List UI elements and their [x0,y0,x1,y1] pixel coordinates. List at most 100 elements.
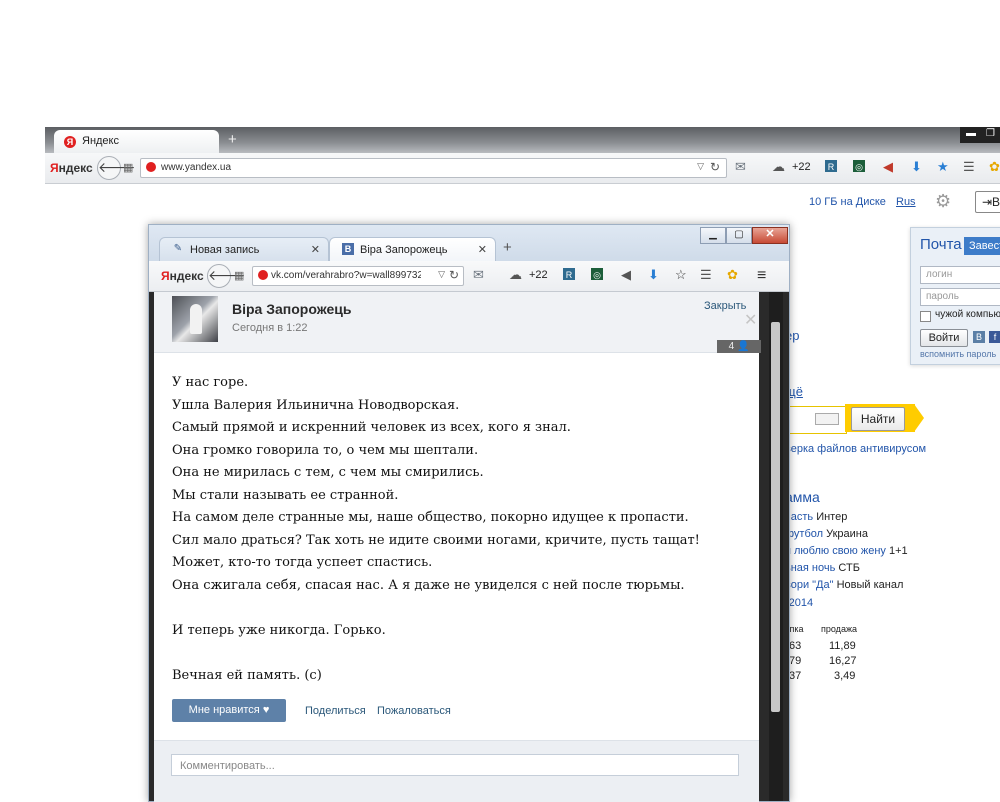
extension-icon[interactable]: R [563,268,575,280]
find-button[interactable]: Найти [851,407,905,431]
bookmarks-list-icon[interactable]: ☰ [963,160,975,174]
post-line: На самом деле странные мы, наше общество… [172,510,689,525]
tab-new-post[interactable]: ✎ Новая запись ✕ [159,237,329,262]
pencil-icon: ✎ [173,243,183,254]
tab-vera[interactable]: B Віра Запорожець ✕ [329,237,496,262]
close-tab-icon[interactable]: ✕ [311,243,320,256]
mail-title[interactable]: Почта [920,236,962,253]
currency-value: 3,49 [834,670,856,682]
speaker-icon[interactable]: ◀ [621,268,631,282]
mail-icon[interactable]: ✉ [735,160,746,174]
minimize-icon[interactable]: ▁ [700,227,726,244]
login-button[interactable]: ⇥В [975,191,1000,213]
reload-icon[interactable]: ↻ [710,160,720,174]
gear-icon[interactable]: ⚙ [935,191,951,212]
extension-icon[interactable]: ✿ [989,160,1000,174]
post-line: Вечная ей память. (с) [172,667,322,683]
signup-button[interactable]: Завест [964,237,1000,255]
weather-icon[interactable]: ☁ [772,160,785,174]
tabs-overview-icon[interactable]: ▦ [234,269,244,282]
post-line: Может, кто-то тогда успеет спастись. [172,555,433,570]
tv-program-title[interactable]: амма [785,489,820,505]
navigation-bar: Яндекс 🡐 ▦ www.yandex.ua ▽ ↻ ✉ ☁ +22 R ◎… [45,153,1000,184]
tv-row[interactable]: вори "Да" Новый канал [785,579,903,591]
site-icon [146,162,156,172]
language-link[interactable]: Rus [896,196,916,208]
back-button[interactable]: 🡐 [207,264,246,288]
foreign-pc-checkbox[interactable] [920,311,931,322]
post-line: Сил мало драться? Так хоть не идите свои… [172,532,700,548]
avatar[interactable] [172,296,218,342]
post-line: Она сжигала себя, спасая нас. А я даже н… [172,577,685,593]
address-bar[interactable]: www.yandex.ua ▽ ↻ [140,158,727,178]
bookmark-star-icon[interactable]: ★ [937,160,949,174]
keyboard-icon[interactable] [815,413,839,425]
antivirus-link[interactable]: верка файлов антивирусом [785,443,926,455]
mail-icon[interactable]: ✉ [473,268,484,282]
post-line: Самый прямой и искренний человек из всех… [172,420,571,435]
menu-icon[interactable]: ≡ [757,267,766,285]
tab-title: Віра Запорожець [360,244,448,256]
extension-icon[interactable]: ◎ [591,268,603,280]
share-link[interactable]: Поделиться [305,705,366,717]
weather-icon[interactable]: ☁ [509,268,522,282]
weather-temp: +22 [792,161,811,173]
page-content: Віра Запорожець Сегодня в 1:22 Закрыть ✕… [149,292,789,802]
speaker-icon[interactable]: ◀ [883,160,893,174]
post-line: Мы стали называть ее странной. [172,487,399,503]
new-tab-button[interactable]: + [503,239,512,256]
new-tab-button[interactable]: + [228,131,237,148]
login-icon: ⇥ [981,195,993,209]
post-time[interactable]: Сегодня в 1:22 [232,322,308,334]
tab-bar: Я Яндекс + ▬ ❐ [45,127,1000,153]
post-line: У нас горе. [172,375,249,390]
close-link[interactable]: Закрыть [704,300,746,312]
tv-row[interactable]: ьная ночь СТБ [785,562,860,574]
close-tab-icon[interactable]: ✕ [478,243,487,256]
tab-yandex[interactable]: Я Яндекс [54,130,219,153]
back-button[interactable]: 🡐 [97,156,136,180]
facebook-icon[interactable]: f [989,331,1000,343]
scrollbar-thumb[interactable] [771,322,780,712]
extension-icon[interactable]: ✿ [727,268,738,282]
download-icon[interactable]: ⬇ [648,268,659,282]
post-header: Віра Запорожець Сегодня в 1:22 Закрыть [154,292,759,353]
like-button[interactable]: Мне нравится ♥ [172,699,286,722]
yandex-logo[interactable]: Яндекс [50,161,93,175]
tv-row[interactable]: часть Интер [785,511,847,523]
minimize-icon[interactable]: ▬ [966,128,976,139]
maximize-icon[interactable]: ❐ [986,128,995,139]
report-link[interactable]: Пожаловаться [377,705,451,717]
maximize-icon[interactable]: ▢ [726,227,752,244]
reload-icon[interactable]: ↻ [449,268,459,282]
tab-title: Яндекс [82,135,119,147]
tv-row[interactable]: я люблю свою жену 1+1 [785,545,908,557]
post-line: Ушла Валерия Ильинична Новодворская. [172,397,460,413]
currency-value: 79 [789,655,802,667]
yandex-logo[interactable]: Яндекс [161,269,204,283]
mail-panel: Почта Завест логин пароль чужой компьют … [910,227,1000,365]
disk-link[interactable]: 10 ГБ на Диске [809,196,886,208]
url-text: www.yandex.ua [161,162,232,173]
close-window-icon[interactable]: ✕ [752,227,788,244]
bookmarks-list-icon[interactable]: ☰ [700,268,712,282]
viewers-badge[interactable]: 4 👤 [717,340,761,353]
close-icon[interactable]: ✕ [744,310,757,330]
dropdown-icon[interactable]: ▽ [438,269,445,280]
bookmark-star-icon[interactable]: ☆ [675,268,687,282]
login-field[interactable]: логин [920,266,1000,284]
vk-icon[interactable]: В [973,331,985,343]
extension-icon[interactable]: ◎ [853,160,865,172]
window-controls: ▬ ❐ [960,127,1000,143]
extension-icon[interactable]: R [825,160,837,172]
tabs-overview-icon[interactable]: ▦ [123,161,133,174]
address-bar[interactable]: vk.com/verahrabro?w=wall8997320_9 ▽ ↻ [252,266,464,286]
password-field[interactable]: пароль [920,288,1000,306]
enter-button[interactable]: Войти [920,329,968,347]
dropdown-icon[interactable]: ▽ [697,161,704,172]
comment-input[interactable]: Комментировать... [171,754,739,776]
download-icon[interactable]: ⬇ [911,160,922,174]
post-author[interactable]: Віра Запорожець [232,301,351,317]
tv-row[interactable]: футбол Украина [785,528,868,540]
forgot-password-link[interactable]: вспомнить пароль [920,349,996,359]
